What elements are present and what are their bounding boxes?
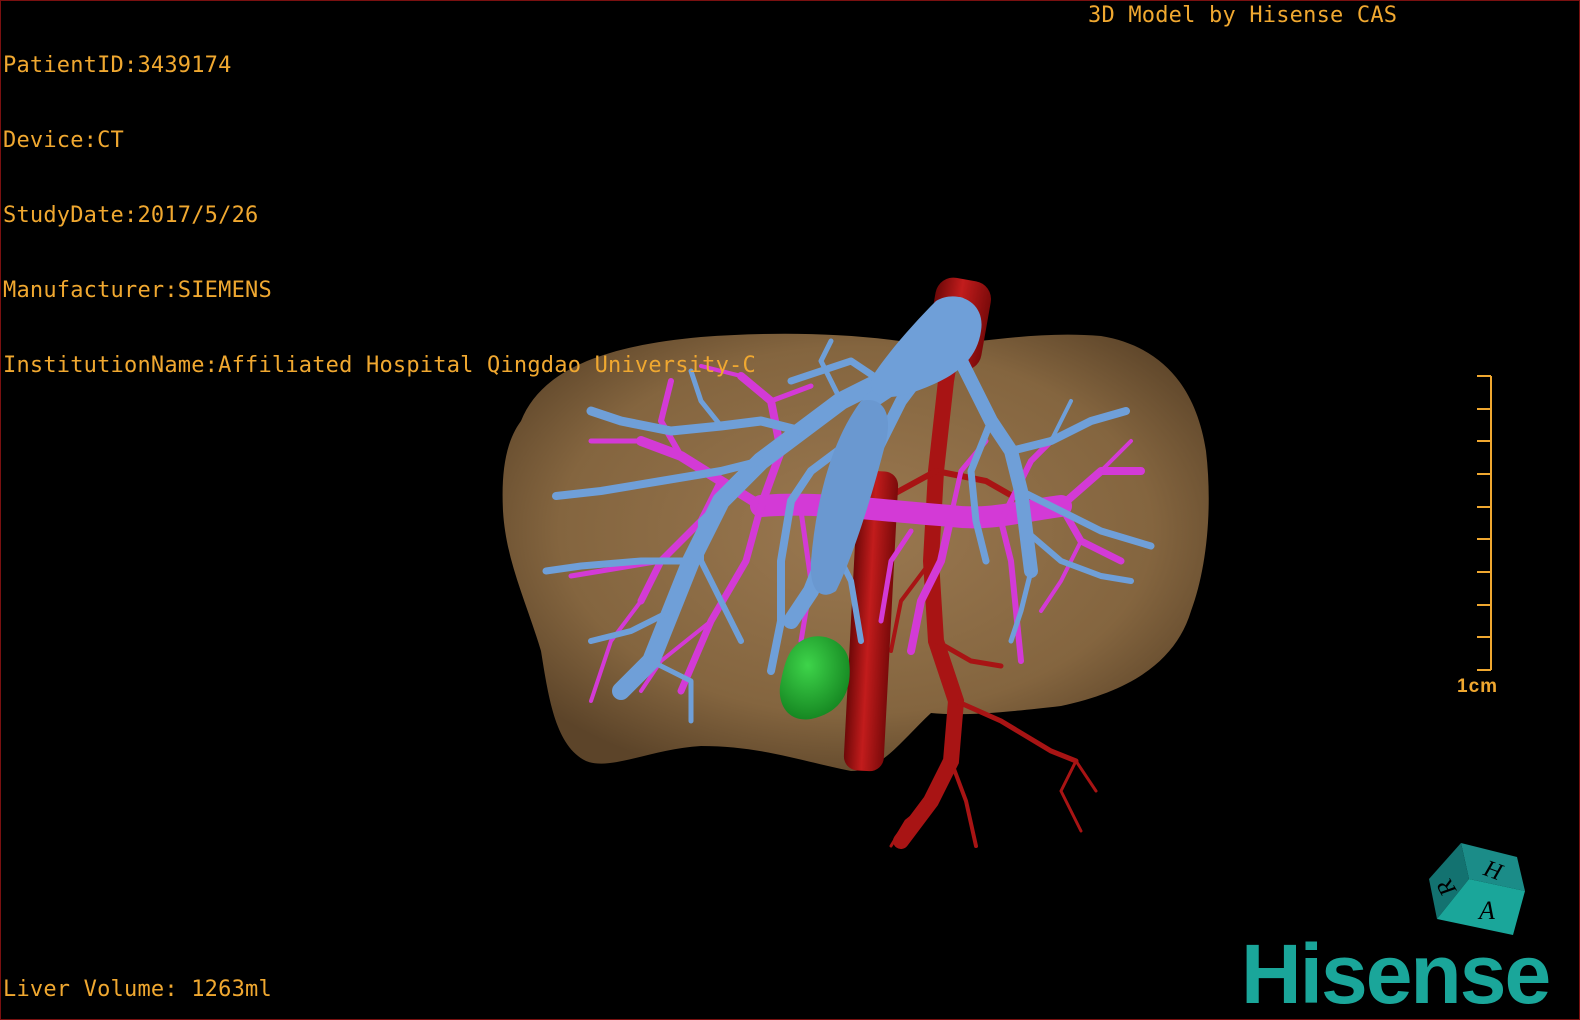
study-date-text: StudyDate:2017/5/26 [3,203,259,228]
device-text: Device:CT [3,128,125,153]
cube-face-right: A [1477,896,1495,925]
model-credit-text: 3D Model by Hisense CAS [1088,3,1398,28]
institution-name-text: InstitutionName:Affiliated Hospital Qing… [3,353,756,378]
3d-viewport[interactable]: PatientID:3439174 Device:CT StudyDate:20… [0,0,1580,1020]
scale-bar [1477,375,1492,671]
liver-volume-text: Liver Volume: 1263ml [3,977,272,1002]
scale-bar-label: 1cm [1457,676,1499,697]
patient-info-block: PatientID:3439174 Device:CT StudyDate:20… [3,3,756,428]
manufacturer-text: Manufacturer:SIEMENS [3,278,272,303]
patient-id-text: PatientID:3439174 [3,53,232,78]
hisense-logo: Hisense [1241,927,1551,1020]
